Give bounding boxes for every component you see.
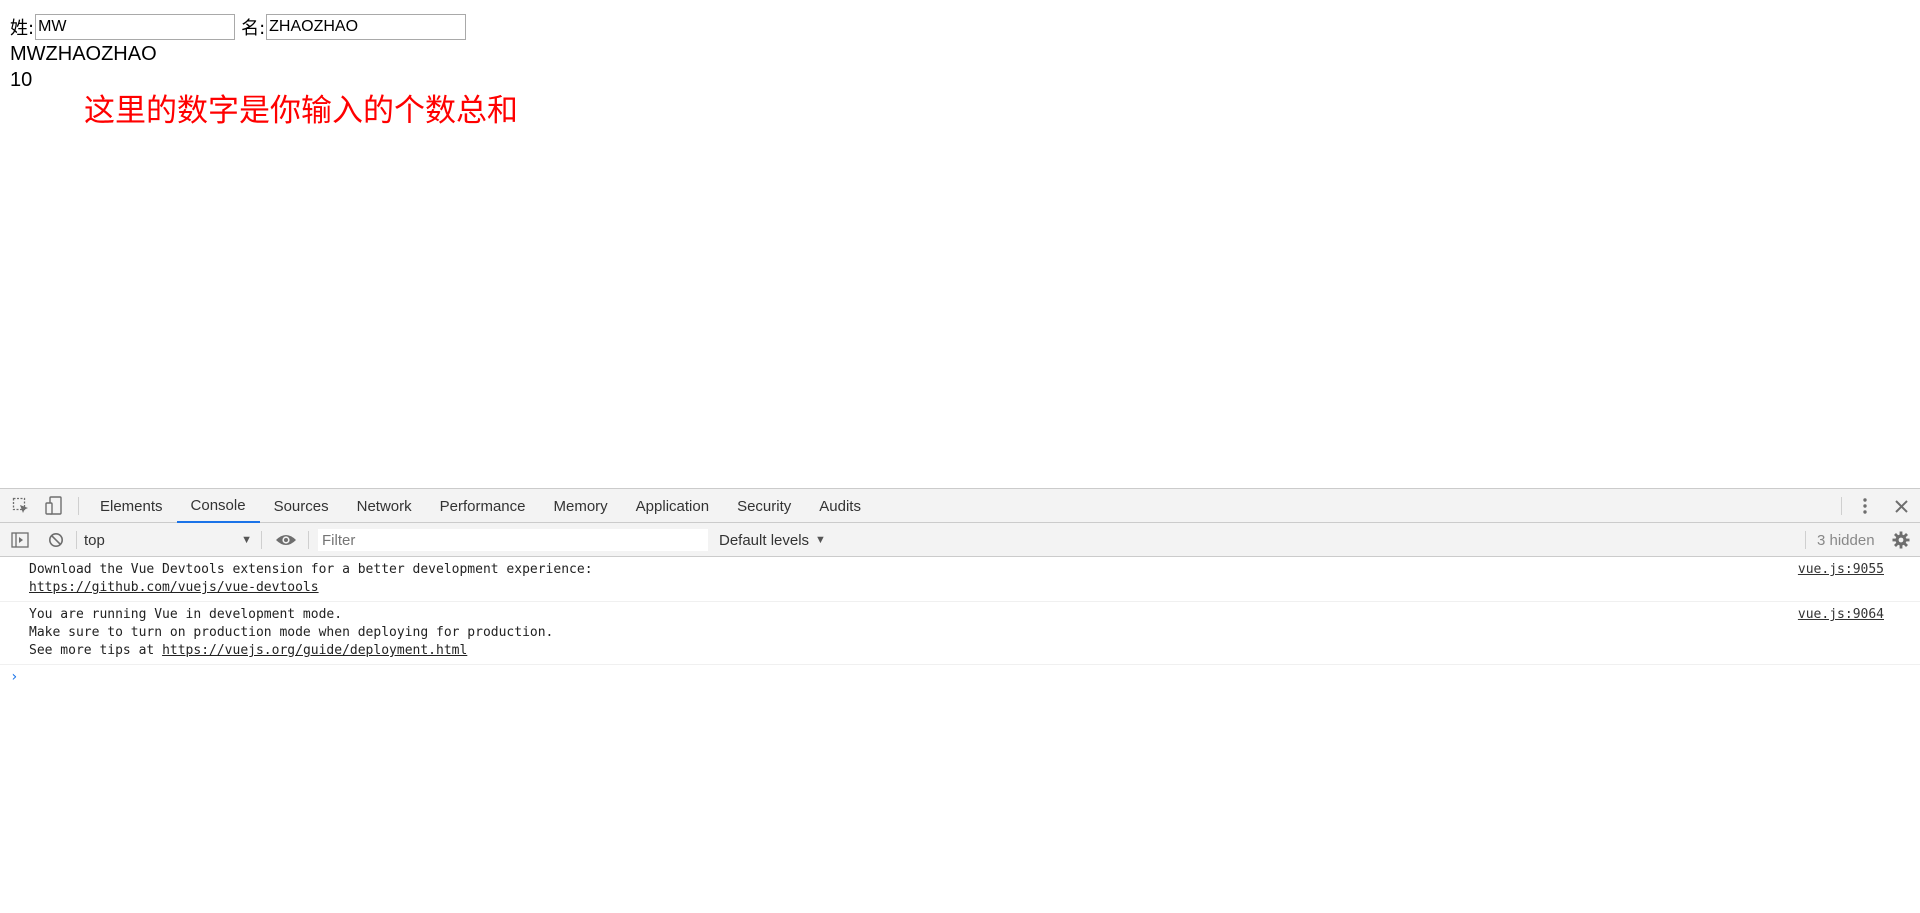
devtools-tabbar: Elements Console Sources Network Perform…: [0, 488, 1920, 523]
message-link[interactable]: https://github.com/vuejs/vue-devtools: [29, 580, 319, 595]
tab-console[interactable]: Console: [176, 489, 260, 523]
console-messages: Download the Vue Devtools extension for …: [0, 557, 1920, 687]
toolbar-divider: [78, 497, 79, 515]
page-content: 姓: 名: MWZHAOZHAO 10 这里的数字是你输入的个数总和: [0, 0, 1920, 488]
first-name-input[interactable]: [266, 14, 467, 40]
tab-application[interactable]: Application: [622, 489, 723, 523]
last-name-input[interactable]: [35, 14, 236, 40]
count-text: 10: [10, 69, 33, 91]
hidden-messages-count: 3 hidden: [1817, 531, 1875, 549]
log-levels-dropdown[interactable]: Default levels ▼: [719, 530, 826, 550]
console-message: You are running Vue in development mode.…: [0, 602, 1920, 665]
devtools-tabs: Elements Console Sources Network Perform…: [86, 489, 875, 523]
last-name-label: 姓:: [10, 18, 35, 39]
message-source-link[interactable]: vue.js:9064: [1798, 606, 1884, 624]
triangle-down-icon: ▼: [815, 534, 826, 546]
console-toolbar: top ▼ Filter Default levels ▼ 3 hidden: [0, 523, 1920, 557]
prompt-chevron-icon: ›: [10, 669, 19, 685]
name-form: 姓: 名:: [10, 12, 467, 42]
live-expression-eye-icon[interactable]: [273, 523, 299, 556]
console-prompt[interactable]: ›: [0, 665, 1920, 687]
tab-security[interactable]: Security: [723, 489, 805, 523]
toolbar-divider: [76, 531, 77, 549]
devtools-panel: Elements Console Sources Network Perform…: [0, 488, 1920, 913]
first-name-label: 名:: [241, 18, 266, 39]
filter-input[interactable]: Filter: [318, 529, 708, 551]
message-text: Download the Vue Devtools extension for …: [29, 562, 593, 577]
annotation-note: 这里的数字是你输入的个数总和: [84, 93, 518, 129]
context-select[interactable]: top ▼: [84, 530, 254, 550]
console-message: Download the Vue Devtools extension for …: [0, 557, 1920, 602]
tab-network[interactable]: Network: [343, 489, 426, 523]
tab-sources[interactable]: Sources: [260, 489, 343, 523]
message-text: See more tips at: [29, 643, 163, 658]
message-link[interactable]: https://vuejs.org/guide/deployment.html: [162, 643, 467, 658]
message-text: You are running Vue in development mode.: [29, 607, 343, 622]
context-value: top: [84, 531, 105, 549]
message-text: Make sure to turn on production mode whe…: [29, 625, 554, 640]
console-sidebar-icon[interactable]: [9, 523, 31, 556]
device-toolbar-icon[interactable]: [43, 489, 65, 523]
more-vertical-icon[interactable]: [1855, 489, 1875, 523]
tab-performance[interactable]: Performance: [426, 489, 540, 523]
toolbar-divider: [261, 531, 262, 549]
toolbar-divider: [308, 531, 309, 549]
filter-placeholder: Filter: [322, 531, 356, 549]
close-icon[interactable]: [1890, 489, 1912, 523]
clear-console-icon[interactable]: [45, 523, 67, 556]
tab-elements[interactable]: Elements: [86, 489, 177, 523]
toolbar-divider: [1841, 497, 1842, 515]
tab-memory[interactable]: Memory: [540, 489, 622, 523]
full-name-text: MWZHAOZHAO: [10, 43, 157, 65]
log-levels-label: Default levels: [719, 531, 810, 549]
tab-audits[interactable]: Audits: [805, 489, 875, 523]
gear-icon[interactable]: [1890, 523, 1912, 556]
message-source-link[interactable]: vue.js:9055: [1798, 561, 1884, 579]
triangle-down-icon: ▼: [241, 534, 252, 546]
toolbar-divider: [1805, 531, 1806, 549]
inspect-element-icon[interactable]: [10, 489, 32, 523]
